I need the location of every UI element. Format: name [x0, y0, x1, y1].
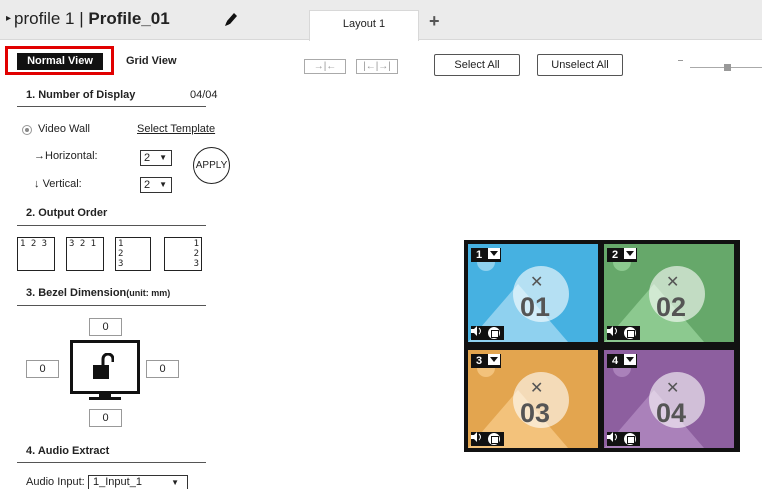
- section-output-order: 2. Output Order: [26, 207, 108, 219]
- profile-title[interactable]: ▸ profile 1 | Profile_01: [6, 9, 170, 29]
- horizontal-select[interactable]: 2 ▼: [140, 150, 172, 166]
- chevron-down-icon: ▼: [159, 180, 167, 189]
- section-number-of-display: 1. Number of Display: [26, 89, 136, 101]
- section-audio-extract: 4. Audio Extract: [26, 445, 110, 457]
- display-cell-1[interactable]: ✕ 01 1: [468, 244, 598, 342]
- cell-label: 03: [520, 398, 551, 428]
- cell-dropdown[interactable]: [624, 354, 636, 365]
- bezel-top-input[interactable]: 0: [89, 318, 122, 336]
- select-all-button[interactable]: Select All: [434, 54, 520, 76]
- divider: [17, 225, 206, 226]
- expand-triangle-icon[interactable]: ▸: [6, 13, 11, 24]
- bezel-bottom-input[interactable]: 0: [89, 409, 122, 427]
- profile-name: Profile_01: [88, 9, 170, 28]
- video-icon[interactable]: [488, 433, 500, 445]
- pencil-icon[interactable]: [224, 11, 238, 27]
- zoom-out-icon[interactable]: [678, 60, 683, 61]
- display-count: 04/04: [190, 89, 218, 101]
- video-icon[interactable]: [488, 327, 500, 339]
- apply-button[interactable]: APPLY: [193, 147, 230, 184]
- cell-label: 02: [656, 292, 687, 322]
- align-outward-button[interactable]: |←|→|: [356, 59, 398, 74]
- unlock-icon[interactable]: [92, 353, 114, 381]
- cell-dropdown[interactable]: [624, 248, 636, 259]
- speaker-icon[interactable]: [471, 326, 482, 336]
- close-icon[interactable]: ✕: [666, 272, 679, 292]
- bezel-unit: (unit: mm): [126, 288, 171, 298]
- display-cell-2[interactable]: ✕ 02 2: [604, 244, 734, 342]
- display-cell-3[interactable]: ✕ 03 3: [468, 350, 598, 448]
- vertical-value: 2: [144, 179, 151, 191]
- cell-controls: [607, 326, 640, 340]
- tab-layout-1[interactable]: Layout 1: [309, 10, 419, 41]
- horizontal-label: →Horizontal:: [34, 150, 98, 162]
- cell-label: 01: [520, 292, 551, 322]
- chevron-down-icon: ▼: [159, 153, 167, 162]
- unselect-all-button[interactable]: Unselect All: [537, 54, 623, 76]
- output-order-ltr[interactable]: 1 2 3: [17, 237, 55, 271]
- cell-controls: [471, 326, 504, 340]
- section-bezel-dimension: 3. Bezel Dimension(unit: mm): [26, 287, 170, 299]
- bezel-right-input[interactable]: 0: [146, 360, 179, 378]
- divider: [17, 462, 206, 463]
- display-cell-4[interactable]: ✕ 04 4: [604, 350, 734, 448]
- speaker-icon[interactable]: [607, 432, 618, 442]
- video-wall-preview: ✕ 01 1 ✕ 02 2 ✕ 03 3 ✕ 04 4: [464, 240, 740, 452]
- cell-controls: [607, 432, 640, 446]
- select-template-link[interactable]: Select Template: [137, 123, 215, 135]
- output-order-ttb-right[interactable]: 1 2 3: [164, 237, 202, 271]
- close-icon[interactable]: ✕: [666, 378, 679, 398]
- speaker-icon[interactable]: [607, 326, 618, 336]
- audio-input-value: 1_Input_1: [93, 476, 142, 488]
- cell-dropdown[interactable]: [488, 354, 500, 365]
- audio-input-select[interactable]: 1_Input_1 ▼: [88, 475, 188, 489]
- cell-dropdown[interactable]: [488, 248, 500, 259]
- bezel-title: 3. Bezel Dimension: [26, 287, 127, 299]
- profile-prefix: profile 1 |: [14, 9, 84, 28]
- video-wall-label: Video Wall: [38, 123, 90, 135]
- arrow-right-icon: →: [34, 150, 45, 162]
- vertical-label-text: Vertical:: [42, 178, 82, 190]
- grid-view-button[interactable]: Grid View: [126, 55, 177, 67]
- monitor-base: [89, 397, 121, 400]
- divider: [17, 305, 206, 306]
- video-wall-radio[interactable]: [22, 125, 32, 135]
- align-inward-button[interactable]: →|←: [304, 59, 346, 74]
- plus-icon[interactable]: +: [429, 11, 440, 32]
- top-bar: ▸ profile 1 | Profile_01 Layout 1 +: [0, 0, 762, 41]
- close-icon[interactable]: ✕: [530, 378, 543, 398]
- output-order-ttb[interactable]: 1 2 3: [115, 237, 151, 271]
- speaker-icon[interactable]: [471, 432, 482, 442]
- arrow-down-icon: ↓: [34, 178, 40, 190]
- zoom-slider-thumb[interactable]: [724, 64, 731, 71]
- divider: [17, 106, 206, 107]
- chevron-down-icon: ▼: [171, 478, 179, 487]
- horizontal-value: 2: [144, 152, 151, 164]
- video-icon[interactable]: [624, 327, 636, 339]
- video-icon[interactable]: [624, 433, 636, 445]
- close-icon[interactable]: ✕: [530, 272, 543, 292]
- vertical-label: ↓ Vertical:: [34, 178, 82, 190]
- cell-controls: [471, 432, 504, 446]
- normal-view-button[interactable]: Normal View: [17, 53, 103, 70]
- audio-input-label: Audio Input:: [26, 476, 85, 488]
- output-order-rtl[interactable]: 3 2 1: [66, 237, 104, 271]
- cell-label: 04: [656, 398, 687, 428]
- vertical-select[interactable]: 2 ▼: [140, 177, 172, 193]
- horizontal-label-text: Horizontal:: [45, 150, 98, 162]
- bezel-left-input[interactable]: 0: [26, 360, 59, 378]
